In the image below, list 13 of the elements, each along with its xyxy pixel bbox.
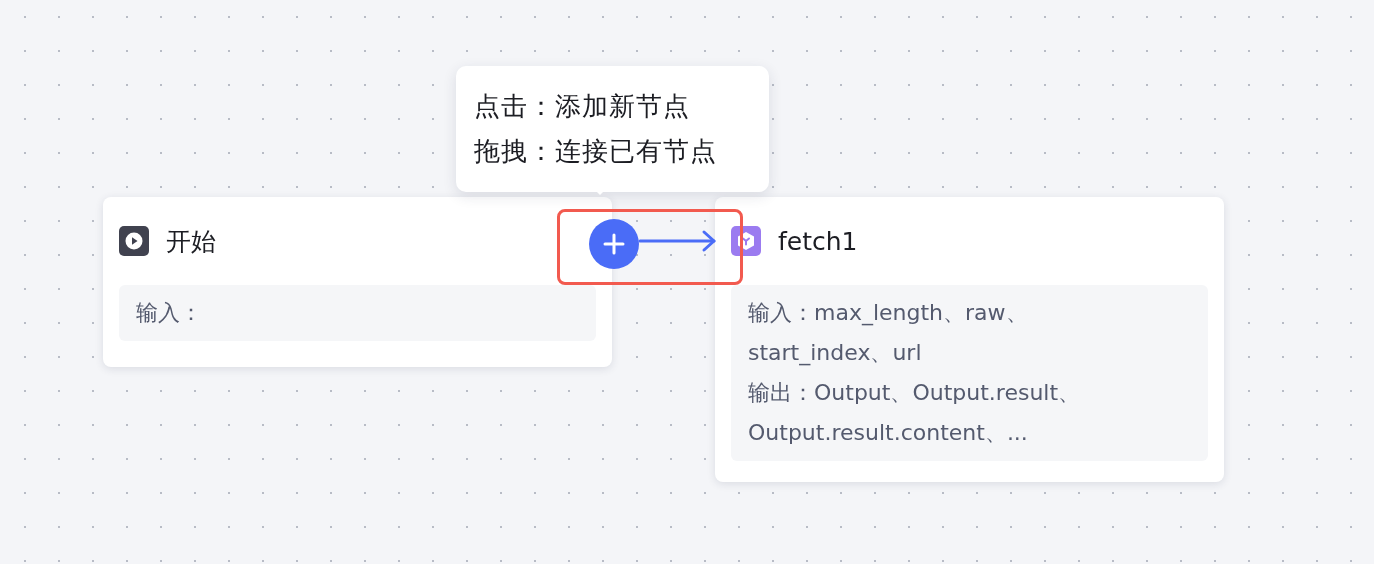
node-card[interactable]: 开始 输入： [103, 197, 612, 367]
node-card[interactable]: fetch1 输入：max_length、raw、start_index、url 输出：Output、Output.result、Output.result.content、... [715, 197, 1224, 482]
tooltip-text: 拖拽：连接已有节点 [474, 135, 718, 168]
detail-text: 输入： [136, 299, 203, 327]
plus-icon [602, 232, 626, 256]
tooltip-text: 点击：添加新节点 [474, 90, 691, 123]
detail-text: 输入：max_length、raw、start_index、url [748, 299, 1029, 368]
play-icon [119, 226, 149, 256]
add-node-button[interactable] [589, 219, 639, 269]
node-title: 开始 [166, 225, 216, 258]
detail-text: 输出：Output、Output.result、Output.result.content、... [748, 379, 1082, 447]
node-title: fetch1 [778, 226, 858, 256]
cube-icon [731, 226, 761, 256]
